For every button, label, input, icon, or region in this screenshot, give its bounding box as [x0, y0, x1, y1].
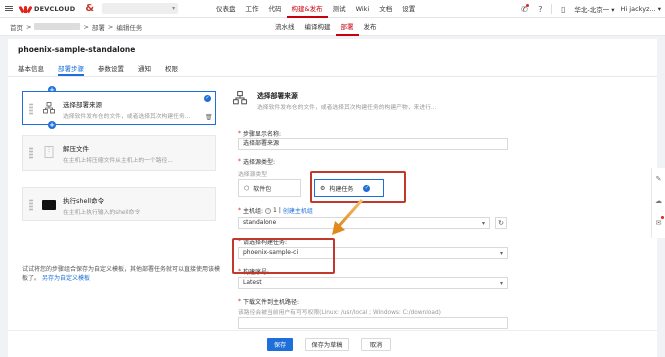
step-name-label: * 步骤显示名称: [238, 130, 282, 138]
top-right-tools: ✆ ? ▯ 华北-北京一 ▾ Hi jackyz... ▾ [519, 0, 661, 18]
step-title: 选择部署来源 [63, 101, 102, 109]
nav-docs[interactable]: 文档 [374, 0, 397, 18]
step-card-shell[interactable]: 执行shell命令 在主机上执行输入的shell命令 [22, 187, 216, 221]
package-icon: ⬡ [244, 184, 250, 192]
nav-settings[interactable]: 设置 [397, 0, 420, 18]
save-draft-button[interactable]: 保存为草稿 [305, 338, 349, 351]
tab-release[interactable]: 发布 [359, 18, 382, 36]
save-as-template-link[interactable]: 另存为自定义模板 [42, 275, 90, 282]
task-tabs: 基本信息 部署步骤 参数设置 通知 权限 [18, 63, 178, 76]
detail-desc: 选择软件发布仓的文件，或者选择其次构建任务的构建产物，来进行... [257, 105, 437, 111]
brand-name: DEVCLOUD [34, 4, 76, 13]
source-package-option[interactable]: ⬡ 软件包 [238, 179, 301, 197]
help-icon[interactable]: ? [535, 4, 545, 14]
cancel-button[interactable]: 取消 [361, 338, 391, 351]
step-title: 执行shell命令 [63, 197, 105, 205]
notification-icon[interactable]: ✆ [519, 4, 530, 14]
project-icon: & [85, 3, 95, 14]
nav-wiki[interactable]: Wiki [351, 0, 375, 18]
download-path-hint: 该路径会被当前用户有可写权限(Linux: /usr/local ; Windo… [238, 310, 441, 316]
huawei-logo-icon [18, 5, 33, 13]
check-icon: ✓ [204, 95, 211, 102]
breadcrumb-home[interactable]: 首页 [10, 22, 23, 32]
trash-icon[interactable]: 🗑 [205, 114, 213, 121]
download-path-input[interactable] [238, 317, 508, 329]
nav-test[interactable]: 测试 [328, 0, 351, 18]
user-menu[interactable]: Hi jackyz... ▾ [621, 5, 661, 13]
tab-pipeline[interactable]: 流水线 [270, 18, 300, 36]
drag-handle-icon[interactable] [29, 199, 33, 211]
refresh-icon[interactable]: ↻ [495, 217, 507, 229]
zip-file-icon [44, 146, 54, 158]
nav-code[interactable]: 代码 [264, 0, 287, 18]
host-group-label: * 主机组:? 1 | 创建主机组 [238, 206, 313, 215]
source-icon [233, 91, 247, 105]
help-icon: ? [265, 207, 272, 214]
chevron-down-icon: ▾ [499, 250, 503, 257]
add-step-icon[interactable]: + [48, 121, 56, 129]
highlight-box [232, 238, 335, 274]
chevron-down-icon: ▾ [481, 220, 485, 227]
step-desc: 在主机上执行输入的shell命令 [63, 210, 141, 216]
drag-handle-icon[interactable] [29, 147, 33, 159]
tab-deploy[interactable]: 部署 [335, 18, 359, 36]
drag-handle-icon[interactable] [29, 103, 33, 115]
create-host-group-link[interactable]: 创建主机组 [283, 206, 313, 215]
tab-params[interactable]: 参数设置 [98, 63, 124, 76]
tab-notify[interactable]: 通知 [138, 63, 151, 76]
source-type-sublabel: 选择源类型 [238, 172, 267, 178]
tab-build[interactable]: 编译构建 [300, 18, 336, 36]
step-title: 解压文件 [63, 145, 89, 153]
top-nav: 仪表盘 工作 代码 构建&发布 测试 Wiki 文档 设置 [211, 0, 420, 18]
build-number-select[interactable]: Latest ▾ [238, 277, 508, 289]
annotation-arrow-icon [332, 199, 364, 235]
breadcrumb-project[interactable] [34, 23, 81, 30]
download-path-label: * 下载文件到主机路径: [238, 298, 300, 306]
source-type-label: * 选择源类型: [238, 158, 276, 166]
nav-build-release[interactable]: 构建&发布 [286, 0, 328, 18]
main-panel: phoenix-sample-standalone 基本信息 部署步骤 参数设置… [8, 39, 657, 357]
nav-work[interactable]: 工作 [241, 0, 264, 18]
save-button[interactable]: 保存 [267, 338, 293, 351]
project-selector[interactable]: ▾ [102, 3, 179, 14]
breadcrumb-edit: 编辑任务 [116, 23, 143, 32]
edit-icon[interactable]: ✎ [652, 168, 665, 190]
steps-list: + 选择部署来源 选择软件发布仓的文件，或者选择其次构建任务... ✓ 🗑 + … [22, 86, 230, 231]
right-floating-toolbar: ✎ ☁ ✉ [651, 168, 665, 238]
breadcrumb-deploy[interactable]: 部署 [92, 22, 105, 32]
step-card-unzip[interactable]: 解压文件 在主机上将压缩文件从主机上的一个路径... [22, 135, 216, 171]
sub-bar: 首页 > > 部署 > 编辑任务 流水线 编译构建 部署 发布 [0, 18, 665, 36]
tab-permission[interactable]: 权限 [165, 63, 178, 76]
tab-deploy-steps[interactable]: 部署步骤 [58, 63, 84, 76]
tab-basic-info[interactable]: 基本信息 [18, 63, 44, 76]
hamburger-menu-icon[interactable] [0, 0, 18, 18]
step-desc: 选择软件发布仓的文件，或者选择其次构建任务... [63, 114, 191, 120]
detail-title: 选择部署来源 [257, 92, 298, 100]
cloud-icon[interactable]: ☁ [652, 190, 665, 212]
mobile-icon[interactable]: ▯ [558, 4, 568, 14]
step-desc: 在主机上将压缩文件从主机上的一个路径... [63, 158, 173, 164]
source-icon [43, 102, 55, 114]
step-name-input[interactable]: 选择部署来源 [238, 138, 508, 150]
page-title: phoenix-sample-standalone [18, 45, 136, 54]
nav-dashboard[interactable]: 仪表盘 [211, 0, 241, 18]
service-nav: 流水线 编译构建 部署 发布 [270, 18, 382, 36]
form-footer: 保存 保存为草稿 取消 [8, 330, 657, 357]
terminal-icon [42, 200, 56, 210]
template-tip: 试试将您的步骤组合保存为自定义模板，其他部署任务就可以直接使用该模板了。 另存为… [22, 266, 221, 282]
chat-icon[interactable]: ✉ [652, 212, 665, 234]
chevron-down-icon: ▾ [499, 280, 503, 287]
logo[interactable]: DEVCLOUD [18, 5, 75, 13]
region-selector[interactable]: 华北-北京一 ▾ [574, 4, 614, 14]
top-bar: DEVCLOUD & ▾ 仪表盘 工作 代码 构建&发布 测试 Wiki 文档 … [0, 0, 665, 18]
breadcrumb: 首页 > > 部署 > 编辑任务 [10, 22, 143, 32]
step-card-select-source[interactable]: 选择部署来源 选择软件发布仓的文件，或者选择其次构建任务... ✓ 🗑 [22, 91, 216, 125]
